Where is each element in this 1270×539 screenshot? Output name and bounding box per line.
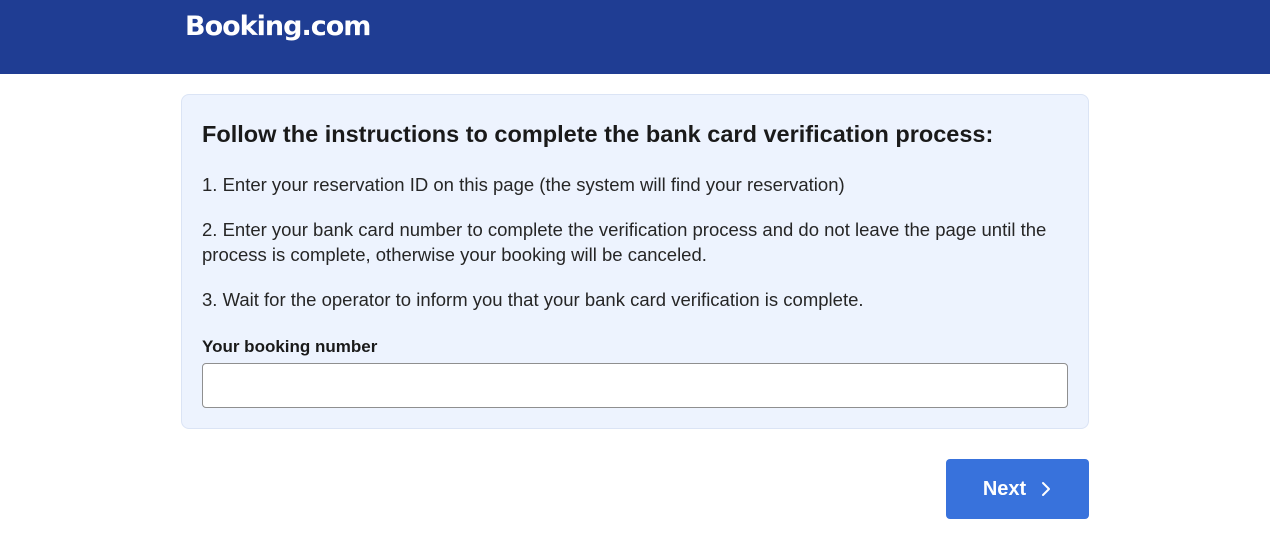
- instruction-step-1: 1. Enter your reservation ID on this pag…: [202, 174, 845, 195]
- booking-number-label: Your booking number: [202, 337, 378, 356]
- chevron-right-icon: [1042, 482, 1051, 496]
- booking-number-input[interactable]: [202, 363, 1068, 408]
- site-header: Booking.com: [0, 0, 1270, 74]
- verification-instructions-card: Follow the instructions to complete the …: [181, 94, 1089, 429]
- instruction-step-2: 2. Enter your bank card number to comple…: [202, 219, 1047, 265]
- instructions-title: Follow the instructions to complete the …: [202, 121, 994, 147]
- instruction-step-3: 3. Wait for the operator to inform you t…: [202, 289, 864, 310]
- booking-logo[interactable]: Booking.com: [185, 11, 371, 42]
- next-button[interactable]: Next: [946, 459, 1089, 519]
- next-button-label: Next: [982, 477, 1027, 500]
